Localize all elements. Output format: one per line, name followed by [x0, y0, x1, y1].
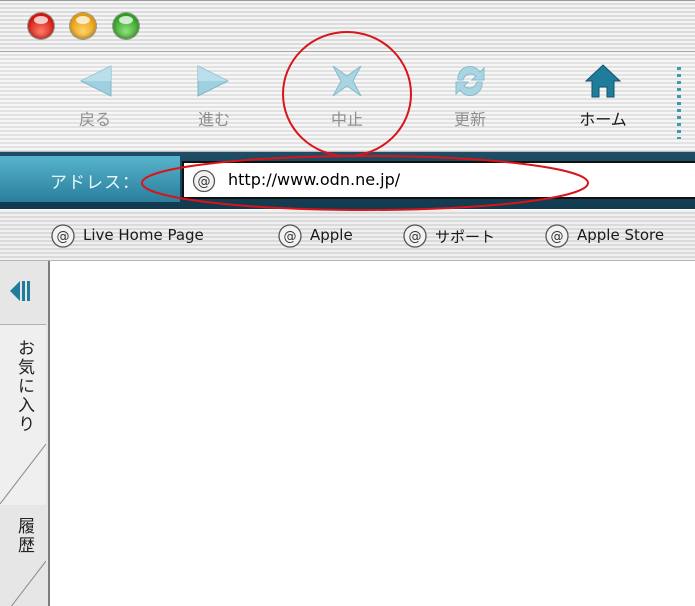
stop-label: 中止 — [330, 110, 363, 129]
svg-text:@: @ — [409, 230, 422, 245]
svg-text:@: @ — [198, 175, 211, 190]
svg-text:@: @ — [284, 230, 297, 245]
at-icon: @ — [51, 224, 75, 248]
sidebar-toggle-icon[interactable] — [8, 277, 34, 305]
home-button[interactable]: ホーム — [563, 62, 643, 142]
forward-label: 進む — [197, 110, 230, 129]
home-label: ホーム — [579, 110, 627, 129]
sidebar-tab-history[interactable]: 履歴 — [12, 517, 37, 555]
address-bar: アドレス： @ http://www.odn.ne.jp/ — [0, 152, 695, 209]
toolbar-separator — [677, 67, 681, 139]
forward-icon — [197, 65, 230, 97]
tab-divider — [0, 444, 46, 504]
svg-text:@: @ — [551, 230, 564, 245]
favorites-bar: @ Live Home Page @ Apple @ サポート @ Apple … — [0, 210, 695, 261]
refresh-button[interactable]: 更新 — [430, 62, 510, 142]
favorite-label: Apple — [310, 226, 353, 244]
address-url: http://www.odn.ne.jp/ — [228, 170, 401, 189]
svg-text:@: @ — [57, 230, 70, 245]
refresh-icon — [455, 66, 485, 96]
back-button[interactable]: 戻る — [55, 62, 135, 142]
sidebar-tab-label: お気に入り — [14, 339, 34, 434]
stop-icon — [332, 65, 362, 97]
address-label: アドレス： — [50, 173, 140, 193]
address-input[interactable]: @ http://www.odn.ne.jp/ — [182, 161, 695, 199]
title-bar — [0, 1, 695, 52]
browser-window: 戻る 進む 中止 更新 ホーム アドレス： @ http://www.odn.n… — [0, 0, 695, 606]
refresh-label: 更新 — [453, 110, 486, 129]
at-icon: @ — [278, 224, 302, 248]
tab-divider — [10, 561, 46, 606]
forward-button[interactable]: 進む — [174, 62, 254, 142]
at-icon: @ — [403, 224, 427, 248]
favorite-label: Apple Store — [577, 226, 665, 244]
favorite-label: サポート — [435, 228, 496, 246]
minimize-button[interactable] — [70, 13, 96, 39]
explorer-sidebar: お気に入り 履歴 — [0, 261, 50, 606]
at-icon: @ — [545, 224, 569, 248]
toolbar: 戻る 進む 中止 更新 ホーム — [0, 52, 695, 152]
home-icon — [584, 64, 622, 98]
close-button[interactable] — [28, 13, 54, 39]
stop-button[interactable]: 中止 — [307, 62, 387, 142]
zoom-button[interactable] — [113, 13, 139, 39]
favorite-label: Live Home Page — [83, 226, 204, 244]
back-icon — [79, 65, 112, 97]
at-icon: @ — [192, 169, 216, 193]
back-label: 戻る — [78, 110, 111, 129]
